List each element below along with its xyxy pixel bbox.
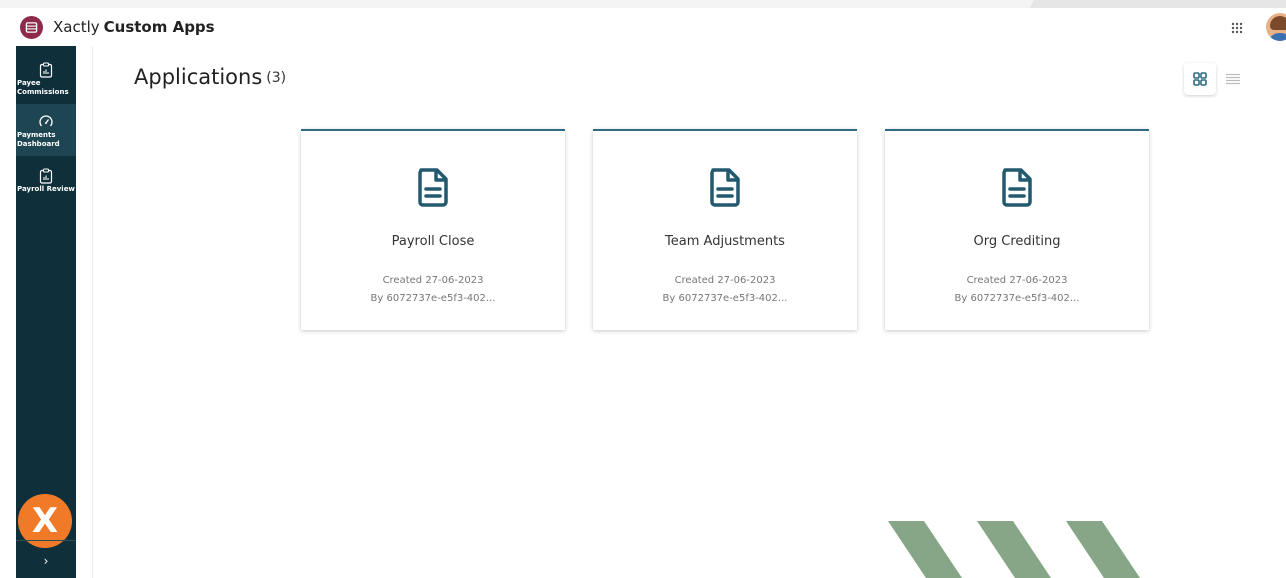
gauge-icon [39,115,53,127]
sidebar-item-label: Commissions [17,88,69,96]
list-view-icon [1226,73,1240,85]
card-created-date: Created 27-06-2023 [966,275,1068,286]
sidebar: Payee Commissions Payments Dashboard Pay… [16,46,76,578]
app-product-name: Custom Apps [103,18,215,36]
document-icon [418,168,448,207]
chevron-shape [1066,521,1140,578]
sidebar-item-payroll-review[interactable]: Payroll Review [16,158,76,204]
card-author: By 6072737e-e5f3-402... [954,293,1080,304]
clipboard-chart-icon [39,62,53,78]
sidebar-item-label: Payroll Review [17,185,75,193]
app-title: Xactly Custom Apps [53,18,215,36]
app-brand: Xactly [53,18,100,36]
sidebar-item-label: Dashboard [17,140,60,148]
sidebar-item-label: Payments [17,131,56,139]
sidebar-item-label: Payee [17,79,41,87]
card-created-date: Created 27-06-2023 [382,275,484,286]
page-title-text: Applications [134,65,263,89]
app-card-payroll-close[interactable]: Payroll Close Created 27-06-2023 By 6072… [301,129,565,330]
app-card-team-adjustments[interactable]: Team Adjustments Created 27-06-2023 By 6… [593,129,857,330]
decorative-chevrons [888,521,1140,578]
page-title: Applications (3) [134,65,286,89]
sidebar-expand-button[interactable]: › [16,554,76,574]
document-icon [710,168,740,207]
app-logo-icon[interactable] [20,16,43,39]
sidebar-divider [16,540,76,541]
content-divider [92,46,93,578]
app-card-org-crediting[interactable]: Org Crediting Created 27-06-2023 By 6072… [885,129,1149,330]
chevron-shape [977,521,1051,578]
card-title: Team Adjustments [665,234,785,249]
list-view-button[interactable] [1224,70,1242,88]
grid-view-icon [1193,72,1207,86]
top-bar: Xactly Custom Apps [0,8,1286,46]
sidebar-item-payments-dashboard[interactable]: Payments Dashboard [16,104,76,156]
card-title: Payroll Close [391,234,475,249]
apps-grid-icon[interactable] [1229,20,1245,36]
card-author: By 6072737e-e5f3-402... [370,293,496,304]
clipboard-chart-icon [39,168,53,184]
chevron-shape [888,521,962,578]
card-title: Org Crediting [973,234,1061,249]
card-created-date: Created 27-06-2023 [674,275,776,286]
document-icon [1002,168,1032,207]
grid-view-button[interactable] [1184,63,1216,95]
card-author: By 6072737e-e5f3-402... [662,293,788,304]
sidebar-item-payee-commissions[interactable]: Payee Commissions [16,52,76,104]
user-avatar[interactable] [1266,13,1286,41]
applications-count: (3) [266,70,287,86]
